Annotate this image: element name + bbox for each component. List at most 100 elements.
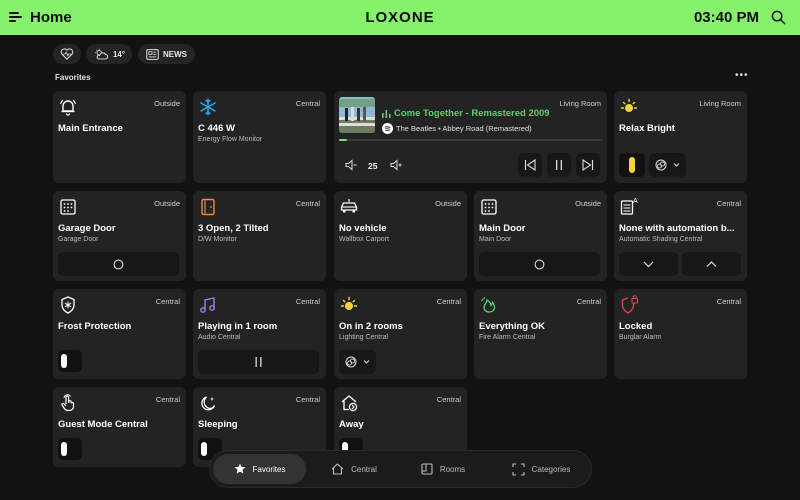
tile-wallbox[interactable]: Outside No vehicle Wallbox Carport	[334, 191, 467, 281]
tile-audio-central[interactable]: Central Playing in 1 room Audio Central	[193, 289, 326, 379]
tile-main-entrance[interactable]: Outside Main Entrance	[53, 91, 186, 183]
loxone-logo: LOXONE	[365, 9, 435, 26]
shade-down-button[interactable]	[619, 252, 678, 276]
nav-label: Favorites	[252, 464, 286, 474]
search-icon[interactable]	[771, 10, 786, 25]
tile-title: Everything OK	[479, 321, 545, 332]
hand-icon	[61, 394, 75, 412]
fire-alarm-icon	[481, 297, 496, 313]
garage-door-toggle[interactable]	[58, 252, 179, 276]
tile-title: Garage Door	[58, 223, 116, 234]
moon-icon	[201, 396, 216, 411]
nav-rooms[interactable]: Rooms	[403, 454, 483, 484]
nav-central[interactable]: Central	[314, 454, 394, 484]
tile-location: Living Room	[559, 99, 601, 108]
previous-icon	[524, 159, 536, 171]
guest-mode-toggle[interactable]	[58, 438, 82, 460]
tile-title: Playing in 1 room	[198, 321, 278, 332]
tile-location: Outside	[154, 99, 180, 108]
tile-garage-door[interactable]: Outside Garage Door Garage Door	[53, 191, 186, 281]
nav-favorites[interactable]: Favorites	[213, 454, 306, 484]
pause-button[interactable]	[547, 153, 571, 177]
next-button[interactable]	[576, 153, 600, 177]
tile-location: Central	[576, 297, 601, 306]
tile-title: Main Door	[479, 223, 526, 234]
tile-guest-mode[interactable]: Central Guest Mode Central	[53, 387, 186, 467]
tile-subtitle: Energy Flow Monitor	[198, 136, 263, 143]
frost-protection-toggle[interactable]	[58, 350, 82, 372]
tile-location: Living Room	[699, 99, 741, 108]
tile-automatic-shading[interactable]: A Central None with automation b... Auto…	[614, 191, 747, 281]
volume-up-icon[interactable]	[390, 159, 402, 171]
audio-pause-button[interactable]	[198, 350, 319, 374]
tile-lighting-central[interactable]: Central On in 2 rooms Lighting Central	[334, 289, 467, 379]
tile-location: Central	[155, 297, 180, 306]
tile-title: C 446 W	[198, 123, 235, 134]
tile-location: Outside	[154, 199, 180, 208]
previous-button[interactable]	[518, 153, 542, 177]
sun-icon	[340, 296, 358, 310]
pause-icon	[556, 160, 562, 170]
volume-down-icon[interactable]	[345, 159, 357, 171]
mood-dropdown[interactable]	[339, 350, 376, 374]
tile-location: Central	[295, 297, 320, 306]
tile-frost-protection[interactable]: Central Frost Protection	[53, 289, 186, 379]
weather-chip[interactable]: 14°	[86, 44, 132, 64]
tile-subtitle: Burglar Alarm	[619, 334, 662, 341]
equalizer-icon	[382, 110, 391, 118]
temperature: 14°	[112, 49, 126, 59]
tile-location: Central	[155, 395, 180, 404]
tile-burglar-alarm[interactable]: Central Locked Burglar Alarm	[614, 289, 747, 379]
clock: 03:40 PM	[693, 9, 759, 26]
categories-icon	[512, 462, 525, 476]
tile-main-door[interactable]: Outside Main Door Main Door	[474, 191, 607, 281]
health-chip[interactable]	[53, 44, 81, 64]
shade-up-button[interactable]	[682, 252, 741, 276]
bottom-navigation: Favorites Central Rooms Categories	[209, 450, 592, 488]
tile-relax-bright[interactable]: Living Room Relax Bright	[614, 91, 747, 183]
track-progress[interactable]	[339, 139, 602, 141]
tile-energy-flow[interactable]: Central C 446 W Energy Flow Monitor	[193, 91, 326, 183]
tile-title: Locked	[619, 321, 653, 332]
tile-subtitle: Fire Alarm Central	[479, 334, 536, 341]
more-options-icon[interactable]: •••	[735, 71, 749, 81]
garage-door-icon	[60, 199, 76, 215]
garage-door-icon	[481, 199, 497, 215]
track-title: Come Together - Remastered 2009	[394, 108, 550, 119]
circle-icon	[534, 259, 545, 270]
tile-subtitle: Lighting Central	[339, 334, 389, 341]
house-icon	[331, 463, 344, 475]
light-toggle[interactable]	[619, 153, 645, 177]
news-label: NEWS	[163, 49, 187, 59]
nav-categories[interactable]: Categories	[493, 454, 589, 484]
tile-title: None with automation b...	[619, 223, 735, 234]
track-artist: The Beatles • Abbey Road (Remastered)	[396, 124, 532, 133]
shading-icon: A	[620, 198, 638, 215]
mood-dropdown[interactable]	[649, 153, 686, 177]
pause-icon	[255, 357, 262, 367]
away-house-icon	[341, 395, 358, 412]
tile-dw-monitor[interactable]: Central 3 Open, 2 Tilted D/W Monitor	[193, 191, 326, 281]
newspaper-icon	[146, 48, 159, 60]
chevron-up-icon	[706, 261, 717, 267]
main-door-toggle[interactable]	[479, 252, 600, 276]
svg-text:A: A	[633, 198, 638, 205]
cloud-sun-icon	[95, 48, 109, 59]
chevron-down-icon	[643, 261, 654, 268]
chevron-down-icon	[673, 163, 680, 167]
chevron-down-icon	[363, 360, 370, 364]
news-chip[interactable]: NEWS	[138, 44, 195, 64]
circle-icon	[113, 259, 124, 270]
heart-pulse-icon	[60, 48, 74, 60]
tile-subtitle: D/W Monitor	[198, 236, 237, 243]
tile-location: Central	[295, 395, 320, 404]
mood-icon	[655, 159, 667, 171]
rooms-icon	[421, 463, 433, 475]
media-player-tile[interactable]: Come Together - Remastered 2009 Living R…	[334, 91, 607, 183]
mood-icon	[345, 356, 357, 368]
tile-fire-alarm[interactable]: Central Everything OK Fire Alarm Central	[474, 289, 607, 379]
bell-icon	[59, 99, 77, 116]
spotify-icon	[382, 123, 393, 134]
tile-location: Outside	[435, 199, 461, 208]
next-icon	[582, 159, 594, 171]
